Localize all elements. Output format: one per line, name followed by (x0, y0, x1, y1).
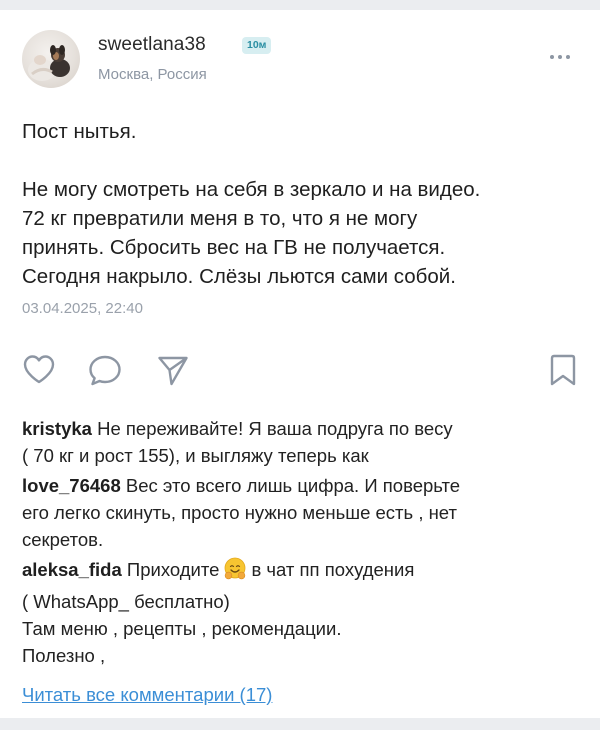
bookmark-icon (550, 354, 576, 386)
comment-author[interactable]: kristyka (22, 418, 92, 439)
hugging-face-emoji (223, 557, 247, 588)
like-button[interactable] (22, 353, 56, 390)
comment-text: Полезно , (22, 645, 106, 666)
post-line: Сегодня накрыло. Слёзы льются сами собой… (22, 265, 456, 288)
heart-icon (23, 355, 55, 384)
comment-text: Там меню , рецепты , рекомендации. (22, 618, 342, 639)
comment-button[interactable] (87, 353, 123, 392)
comment-text: его легко скинуть, просто нужно меньше е… (22, 502, 457, 523)
comment-text: Приходите (121, 559, 220, 580)
post-line: 72 кг превратили меня в то, что я не мог… (22, 207, 418, 230)
more-dots-icon (550, 55, 554, 59)
comment-text: Не переживайте! Я ваша подруга по весу (91, 418, 453, 439)
comments-list: kristyka Не переживайте! Я ваша подруга … (22, 415, 582, 672)
comment-text: ( 70 кг и рост 155), и выгляжу теперь ка… (22, 445, 369, 466)
username[interactable]: sweetlana38 (98, 34, 206, 56)
comment: kristyka Не переживайте! Я ваша подруга … (22, 415, 582, 469)
send-icon (158, 356, 188, 386)
comment-text: ( WhatsApp_ бесплатно) (22, 591, 230, 612)
comment: love_76468 Вес это всего лишь цифра. И п… (22, 472, 582, 553)
post-line: Пост нытья. (22, 120, 137, 143)
bookmark-button[interactable] (549, 352, 577, 393)
post-date: 03.04.2025, 22:40 (22, 300, 143, 317)
post-text: Пост нытья. Не могу смотреть на себя в з… (22, 117, 582, 291)
comment-author[interactable]: aleksa_fida (22, 559, 122, 580)
post-line: Не могу смотреть на себя в зеркало и на … (22, 178, 481, 201)
location[interactable]: Москва, Россия (98, 66, 207, 83)
post-card: sweetlana38 10м Москва, Россия Пост ныть… (0, 10, 600, 718)
comment: aleksa_fida Приходите в чат пп похудения… (22, 556, 582, 669)
comment-text: в чат пп похудения (251, 559, 415, 580)
more-options-button[interactable] (543, 46, 577, 68)
post-line: принять. Сбросить вес на ГВ не получаетс… (22, 236, 446, 259)
comment-text: секретов. (22, 529, 104, 550)
read-all-comments-link[interactable]: Читать все комментарии (17) (22, 684, 272, 706)
comment-author[interactable]: love_76468 (22, 475, 121, 496)
share-button[interactable] (156, 353, 190, 392)
status-badge: 10м (242, 37, 272, 54)
avatar[interactable] (22, 30, 80, 88)
comment-text: Вес это всего лишь цифра. И поверьте (120, 475, 461, 496)
comment-bubble-icon (89, 355, 121, 386)
